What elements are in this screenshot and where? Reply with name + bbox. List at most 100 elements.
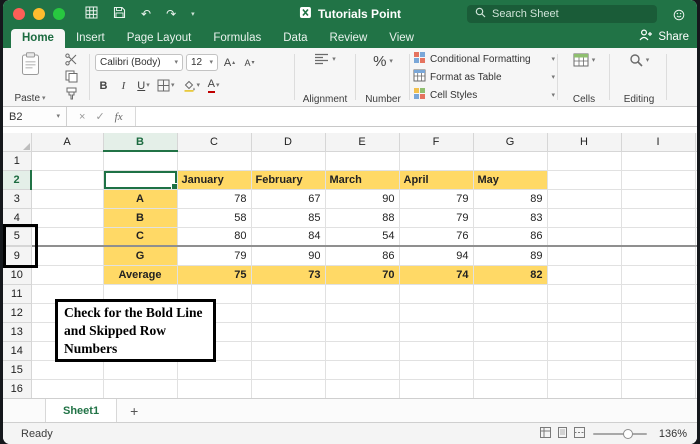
cell[interactable] — [547, 246, 621, 265]
row-header[interactable]: 13 — [3, 322, 31, 341]
cell[interactable] — [325, 151, 399, 170]
row-header[interactable]: 11 — [3, 284, 31, 303]
font-name-select[interactable]: Calibri (Body)▾ — [95, 54, 183, 71]
tab-home[interactable]: Home — [11, 29, 65, 48]
close-button[interactable] — [13, 8, 25, 20]
cell[interactable] — [31, 208, 103, 227]
cell-value[interactable]: 78 — [177, 189, 251, 208]
cell[interactable] — [621, 170, 695, 189]
tab-review[interactable]: Review — [319, 29, 379, 48]
cell[interactable] — [621, 322, 695, 341]
cell[interactable] — [31, 360, 103, 379]
cell-value[interactable]: 54 — [325, 227, 399, 246]
cell-value[interactable]: 88 — [325, 208, 399, 227]
borders-button[interactable]: ▾ — [155, 77, 177, 94]
cell-row-label[interactable]: B — [103, 208, 177, 227]
cell[interactable] — [251, 284, 325, 303]
cell[interactable] — [31, 151, 103, 170]
cell-month[interactable]: March — [325, 170, 399, 189]
column-header-selected[interactable]: B — [103, 133, 177, 151]
cell[interactable] — [251, 322, 325, 341]
cell[interactable] — [473, 322, 547, 341]
font-color-button[interactable]: A▾ — [205, 77, 222, 94]
zoom-slider[interactable] — [593, 428, 647, 439]
bold-button[interactable]: B — [95, 77, 112, 94]
minimize-button[interactable] — [33, 8, 45, 20]
cell[interactable] — [473, 151, 547, 170]
column-header[interactable]: F — [399, 133, 473, 151]
cell[interactable] — [547, 360, 621, 379]
cell[interactable] — [31, 246, 103, 265]
row-header[interactable]: 14 — [3, 341, 31, 360]
tab-view[interactable]: View — [378, 29, 425, 48]
redo-icon[interactable]: ↷ — [166, 8, 176, 20]
cell[interactable] — [547, 170, 621, 189]
formula-input[interactable] — [136, 107, 697, 126]
cell[interactable] — [103, 379, 177, 398]
conditional-formatting-button[interactable]: Conditional Formatting▾ — [413, 52, 555, 67]
row-header[interactable]: 4 — [3, 208, 31, 227]
cell[interactable] — [547, 303, 621, 322]
cell-average-label[interactable]: Average — [103, 265, 177, 284]
cell[interactable] — [547, 379, 621, 398]
tab-insert[interactable]: Insert — [65, 29, 116, 48]
row-header[interactable]: 10 — [3, 265, 31, 284]
tab-page-layout[interactable]: Page Layout — [116, 29, 203, 48]
tab-data[interactable]: Data — [272, 29, 318, 48]
cell-value[interactable]: 84 — [251, 227, 325, 246]
cut-icon[interactable] — [65, 53, 78, 66]
share-button[interactable]: Share — [639, 29, 689, 48]
cell[interactable] — [177, 151, 251, 170]
enter-icon[interactable]: ✓ — [95, 110, 104, 123]
cell[interactable] — [251, 379, 325, 398]
cell[interactable] — [251, 303, 325, 322]
cell[interactable] — [399, 151, 473, 170]
row-header[interactable]: 16 — [3, 379, 31, 398]
cell[interactable] — [177, 360, 251, 379]
cell[interactable] — [621, 341, 695, 360]
cell[interactable] — [547, 189, 621, 208]
page-break-view-icon[interactable] — [574, 427, 585, 441]
row-header[interactable]: 1 — [3, 151, 31, 170]
cell[interactable] — [103, 360, 177, 379]
cell[interactable] — [399, 303, 473, 322]
cell-month[interactable]: May — [473, 170, 547, 189]
cell[interactable] — [325, 341, 399, 360]
cell[interactable] — [325, 322, 399, 341]
cell[interactable] — [621, 208, 695, 227]
column-header[interactable]: H — [547, 133, 621, 151]
cell[interactable] — [473, 360, 547, 379]
cell[interactable] — [251, 151, 325, 170]
cell-average-value[interactable]: 82 — [473, 265, 547, 284]
cell-value[interactable]: 79 — [177, 246, 251, 265]
cell-styles-button[interactable]: Cell Styles▾ — [413, 88, 555, 103]
cell-value[interactable]: 86 — [325, 246, 399, 265]
cell[interactable] — [621, 246, 695, 265]
cell-value[interactable]: 83 — [473, 208, 547, 227]
italic-button[interactable]: I — [115, 77, 132, 94]
font-size-select[interactable]: 12▾ — [186, 54, 218, 71]
sheet-tab-sheet1[interactable]: Sheet1 — [45, 399, 117, 422]
cell[interactable] — [251, 360, 325, 379]
copy-icon[interactable] — [65, 70, 78, 83]
cell-value[interactable]: 89 — [473, 189, 547, 208]
format-painter-icon[interactable] — [65, 87, 78, 100]
cell-average-value[interactable]: 73 — [251, 265, 325, 284]
cell-value[interactable]: 85 — [251, 208, 325, 227]
cell[interactable] — [31, 170, 103, 189]
cell-average-value[interactable]: 70 — [325, 265, 399, 284]
select-all-corner[interactable] — [3, 133, 31, 151]
cell[interactable] — [31, 265, 103, 284]
search-input[interactable]: Search Sheet — [467, 5, 657, 23]
column-header[interactable]: E — [325, 133, 399, 151]
column-header[interactable]: C — [177, 133, 251, 151]
selected-cell-b2[interactable] — [103, 170, 177, 189]
cell[interactable] — [399, 379, 473, 398]
cell[interactable] — [325, 360, 399, 379]
page-layout-view-icon[interactable] — [557, 427, 568, 441]
cell[interactable] — [473, 284, 547, 303]
column-header[interactable]: G — [473, 133, 547, 151]
toolbar-caret-icon[interactable]: ▾ — [191, 11, 195, 18]
cell[interactable] — [399, 322, 473, 341]
undo-icon[interactable]: ↶ — [141, 8, 151, 20]
